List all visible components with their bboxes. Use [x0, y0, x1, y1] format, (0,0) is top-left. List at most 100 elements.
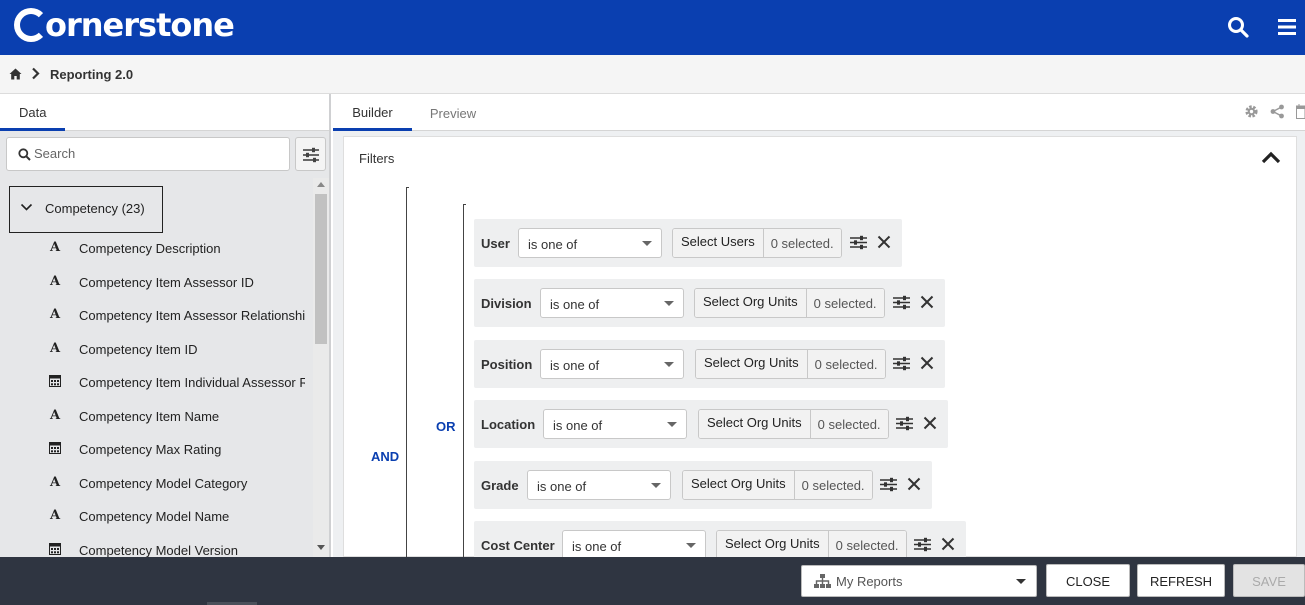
search-input[interactable]: [34, 146, 284, 161]
and-operator-label[interactable]: AND: [371, 449, 399, 464]
operator-select[interactable]: is one of: [543, 409, 687, 439]
gear-icon[interactable]: [1244, 104, 1259, 119]
sliders-icon[interactable]: [893, 295, 910, 310]
field-item[interactable]: A Competency Description: [0, 232, 312, 262]
value-picker: Select Org Units 0 selected.: [694, 288, 885, 318]
scroll-up-arrow-icon[interactable]: [317, 182, 325, 187]
field-label: Competency Item Name: [79, 409, 220, 424]
operator-select[interactable]: is one of: [540, 288, 684, 318]
calculator-icon: [49, 375, 61, 387]
selected-count: 0 selected.: [828, 531, 906, 559]
category-label: Competency (23): [45, 201, 145, 216]
field-item[interactable]: A Competency Item Assessor Relationship: [0, 299, 312, 329]
filters-title: Filters: [359, 151, 395, 166]
org-chart-icon: [814, 574, 831, 588]
report-folder-select[interactable]: My Reports: [801, 565, 1037, 597]
tab-builder[interactable]: Builder: [333, 94, 412, 131]
breadcrumb: Reporting 2.0: [0, 55, 1305, 94]
text-type-icon: A: [49, 408, 61, 423]
filter-label: Location: [481, 417, 536, 432]
hamburger-menu-icon[interactable]: [1276, 15, 1300, 39]
operator-value: is one of: [572, 539, 622, 554]
caret-down-icon: [651, 483, 661, 488]
home-icon[interactable]: [9, 68, 22, 80]
text-type-icon: A: [49, 341, 61, 356]
caret-down-icon: [664, 301, 674, 306]
sliders-icon: [303, 147, 319, 163]
field-item[interactable]: A Competency Model Category: [0, 467, 312, 497]
field-item[interactable]: Competency Item Individual Assessor Rati…: [0, 366, 312, 396]
close-icon[interactable]: [920, 356, 934, 370]
sliders-icon[interactable]: [896, 416, 913, 431]
logo-c-mark: [14, 8, 48, 42]
chevron-up-icon[interactable]: [1261, 151, 1281, 164]
operator-select[interactable]: is one of: [540, 349, 684, 379]
close-icon[interactable]: [920, 295, 934, 309]
sliders-icon[interactable]: [880, 477, 897, 492]
select-users-button[interactable]: Select Users: [673, 229, 764, 257]
calendar-icon[interactable]: [1296, 104, 1305, 119]
sliders-icon[interactable]: [914, 537, 931, 552]
select-org-units-button[interactable]: Select Org Units: [696, 350, 808, 378]
category-competency[interactable]: Competency (23): [9, 186, 163, 233]
caret-down-icon: [667, 422, 677, 427]
value-picker: Select Org Units 0 selected.: [716, 530, 907, 560]
sliders-icon[interactable]: [850, 235, 867, 250]
search-icon: [18, 148, 31, 161]
builder-area: Filters AND OR User is one of Select Use…: [333, 131, 1305, 569]
close-icon[interactable]: [941, 537, 955, 551]
field-item[interactable]: A Competency Item Assessor ID: [0, 266, 312, 296]
tab-preview[interactable]: Preview: [415, 94, 491, 131]
field-label: Competency Item Individual Assessor Rati…: [79, 375, 305, 390]
save-button[interactable]: SAVE: [1233, 564, 1305, 597]
filter-row-division: Division is one of Select Org Units 0 se…: [474, 279, 945, 327]
cornerstone-logo[interactable]: ornerstone: [14, 2, 235, 48]
folder-select-value: My Reports: [836, 574, 903, 589]
close-icon[interactable]: [923, 416, 937, 430]
text-type-icon: A: [49, 307, 61, 322]
select-org-units-button[interactable]: Select Org Units: [717, 531, 829, 559]
refresh-button[interactable]: REFRESH: [1137, 564, 1225, 597]
scrollbar-thumb[interactable]: [315, 194, 327, 344]
field-label: Competency Item ID: [79, 342, 198, 357]
field-label: Competency Model Category: [79, 476, 248, 491]
chevron-right-icon: [32, 67, 40, 80]
calculator-icon: [49, 543, 61, 555]
field-list-scrollbar[interactable]: [313, 178, 329, 557]
filter-row-position: Position is one of Select Org Units 0 se…: [474, 340, 945, 388]
value-picker: Select Users 0 selected.: [672, 228, 842, 258]
select-org-units-button[interactable]: Select Org Units: [695, 289, 807, 317]
value-picker: Select Org Units 0 selected.: [698, 409, 889, 439]
sliders-icon[interactable]: [893, 356, 910, 371]
select-org-units-button[interactable]: Select Org Units: [683, 471, 795, 499]
or-operator-label[interactable]: OR: [436, 419, 456, 434]
field-label: Competency Model Version: [79, 543, 238, 557]
select-org-units-button[interactable]: Select Org Units: [699, 410, 811, 438]
share-icon[interactable]: [1270, 104, 1285, 119]
close-button[interactable]: CLOSE: [1046, 564, 1130, 597]
data-panel-tabs: Data: [0, 94, 329, 131]
close-icon[interactable]: [907, 477, 921, 491]
field-label: Competency Max Rating: [79, 442, 222, 457]
field-item[interactable]: A Competency Item ID: [0, 333, 312, 363]
filter-row-location: Location is one of Select Org Units 0 se…: [474, 400, 948, 448]
tab-data[interactable]: Data: [0, 94, 65, 131]
operator-select[interactable]: is one of: [562, 530, 706, 560]
text-type-icon: A: [49, 240, 61, 255]
field-label: Competency Description: [79, 241, 221, 256]
field-item[interactable]: Competency Model Version: [0, 534, 312, 557]
field-label: Competency Item Assessor Relationship: [79, 308, 305, 323]
field-item[interactable]: Competency Max Rating: [0, 433, 312, 463]
logo-text: ornerstone: [45, 6, 235, 44]
top-nav-bar: ornerstone: [0, 0, 1305, 55]
scroll-down-arrow-icon[interactable]: [317, 545, 325, 550]
close-icon[interactable]: [877, 235, 891, 249]
value-picker: Select Org Units 0 selected.: [695, 349, 886, 379]
field-item[interactable]: A Competency Item Name: [0, 400, 312, 430]
field-filter-button[interactable]: [295, 137, 326, 171]
search-icon[interactable]: [1226, 15, 1250, 39]
operator-select[interactable]: is one of: [527, 470, 671, 500]
field-item[interactable]: A Competency Model Name: [0, 500, 312, 530]
chevron-down-icon: [20, 203, 33, 211]
operator-select[interactable]: is one of: [518, 228, 662, 258]
